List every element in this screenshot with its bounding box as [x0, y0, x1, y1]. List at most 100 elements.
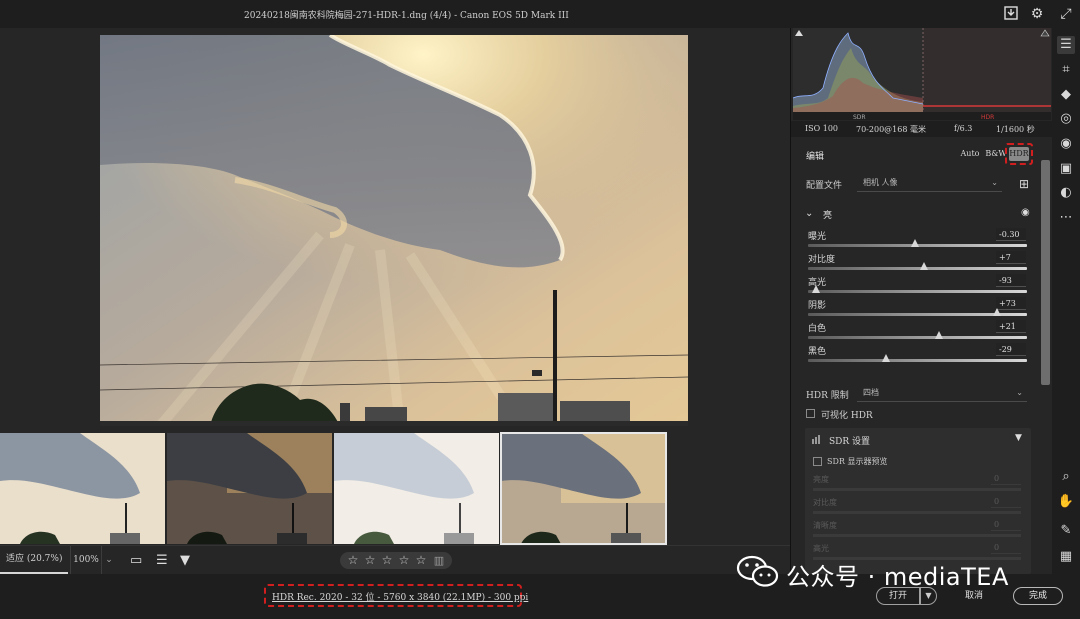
expand-arrows-icon[interactable]: ⤢ — [1057, 5, 1075, 23]
triangle-down-icon[interactable]: ▼ — [1015, 433, 1022, 443]
filter-icon[interactable]: ▼ — [180, 553, 196, 569]
slider-track[interactable] — [808, 354, 1027, 362]
trash-icon[interactable]: ▥ — [432, 553, 446, 568]
shutter-value: 1/1600 秒 — [996, 125, 1035, 134]
slider-label: 阴影 — [808, 301, 827, 311]
eyedropper-icon[interactable]: ✎ — [1057, 522, 1075, 540]
sdr-settings-title[interactable]: SDR 设置 — [829, 434, 870, 447]
star-icon[interactable]: ☆ — [397, 553, 411, 568]
slider-thumb[interactable] — [881, 354, 890, 362]
snapshots-icon[interactable]: ◐ — [1057, 184, 1075, 202]
hdr-limit-dropdown[interactable]: 四档 ⌄ — [857, 386, 1027, 402]
visualize-hdr-label: 可视化 HDR — [821, 411, 873, 421]
tool-strip: ☰ ⌗ ◆ ◎ ◉ ▣ ◐ ⋯ ⌕ ✋ ✎ ▦ — [1052, 28, 1080, 574]
visualize-hdr-checkbox[interactable] — [806, 409, 815, 418]
hdr-limit-value: 四档 — [863, 388, 879, 397]
file-info-link[interactable]: HDR Rec. 2020 - 32 位 - 5760 x 3840 (22.1… — [264, 584, 528, 607]
svg-text:HDR: HDR — [981, 114, 994, 120]
title-bar: 20240218闽南农科院梅园-271-HDR-1.dng (4/4) - Ca… — [0, 0, 1080, 28]
slider-value-input[interactable]: -93 — [996, 274, 1026, 287]
chevron-down-icon[interactable]: ⌄ — [102, 546, 116, 574]
filmstrip — [0, 430, 790, 545]
sdr-preview-label: SDR 显示器预览 — [827, 457, 888, 466]
slider-track[interactable] — [808, 308, 1027, 316]
profile-dropdown[interactable]: 相机 人像 ⌄ — [857, 176, 1002, 192]
slider-track[interactable] — [808, 285, 1027, 293]
histogram: SDR HDR — [793, 28, 1051, 120]
slider-value-input[interactable]: -29 — [996, 343, 1026, 356]
star-icon[interactable]: ☆ — [380, 553, 394, 568]
sdr-slider-track — [813, 534, 1021, 537]
svg-text:SDR: SDR — [853, 114, 866, 120]
aperture-value: f/6.3 — [954, 124, 973, 133]
slider-value-input[interactable]: +7 — [996, 251, 1026, 264]
sdr-preview-checkbox[interactable] — [813, 457, 822, 466]
slider-value-input[interactable]: -0.30 — [996, 228, 1026, 241]
sdr-slider-value: 0 — [991, 496, 1021, 508]
sdr-slider-label: 对比度 — [813, 498, 837, 507]
bottom-toolbar: 适应 (20.7%) 100% ⌄ ▭ ☰ ▼ ☆ ☆ ☆ ☆ ☆ ▥ — [0, 545, 790, 574]
sdr-slider-label: 清晰度 — [813, 521, 837, 530]
filmstrip-thumbnail[interactable] — [334, 433, 499, 544]
gear-icon[interactable]: ⚙ — [1028, 5, 1046, 23]
panel-scrollbar[interactable] — [1041, 160, 1050, 385]
iso-value: ISO 100 — [805, 124, 839, 133]
more-icon[interactable]: ⋯ — [1057, 209, 1075, 227]
filmstrip-icon[interactable]: ▭ — [130, 553, 146, 569]
eraser-icon[interactable]: ◆ — [1057, 86, 1075, 104]
chevron-down-icon: ⌄ — [1016, 388, 1023, 397]
eye-icon[interactable]: ◉ — [1021, 207, 1030, 218]
star-icon[interactable]: ☆ — [363, 553, 377, 568]
filmstrip-thumbnail[interactable] — [167, 433, 332, 544]
masking-icon[interactable]: ◎ — [1057, 110, 1075, 128]
edit-title: 编辑 — [806, 152, 825, 162]
slider-thumb[interactable] — [935, 331, 944, 339]
sdr-slider-track — [813, 511, 1021, 514]
hand-icon[interactable]: ✋ — [1057, 493, 1075, 511]
bw-button[interactable]: B&W — [985, 146, 1007, 162]
grid-browse-icon[interactable]: ⊞ — [1015, 175, 1033, 193]
slider-thumb[interactable] — [920, 262, 929, 270]
slider-thumb[interactable] — [811, 285, 820, 293]
redeye-icon[interactable]: ◉ — [1057, 135, 1075, 153]
slider-label: 曝光 — [808, 232, 827, 242]
sdr-slider-track — [813, 488, 1021, 491]
download-icon[interactable] — [1002, 5, 1020, 23]
zoom-icon[interactable]: ⌕ — [1057, 468, 1075, 486]
chevron-down-icon: ⌄ — [991, 178, 998, 187]
watermark-text: 公众号 · mediaTEA — [786, 563, 1009, 591]
slider-track[interactable] — [808, 262, 1027, 270]
slider-thumb[interactable] — [993, 308, 1002, 316]
light-section-title[interactable]: 亮 — [823, 208, 832, 221]
zoom-100-button[interactable]: 100% — [70, 546, 102, 574]
profile-value: 相机 人像 — [863, 178, 898, 187]
zoom-fit-button[interactable]: 适应 (20.7%) — [0, 546, 68, 574]
profile-label: 配置文件 — [806, 181, 843, 191]
watermark: 公众号 · mediaTEA — [734, 550, 1054, 594]
crop-icon[interactable]: ⌗ — [1057, 61, 1075, 79]
hdr-limit-label: HDR 限制 — [806, 391, 849, 401]
presets-icon[interactable]: ▣ — [1057, 160, 1075, 178]
sort-icon[interactable]: ☰ — [156, 553, 172, 569]
sdr-slider-label: 亮度 — [813, 475, 829, 484]
grid-icon[interactable]: ▦ — [1057, 548, 1075, 566]
star-rating: ☆ ☆ ☆ ☆ ☆ ▥ — [340, 552, 452, 569]
hdr-button-label: HDR — [1009, 147, 1029, 161]
lens-value: 70-200@168 毫米 — [856, 125, 926, 134]
hdr-sunset-photo[interactable] — [100, 35, 688, 426]
slider-label: 黑色 — [808, 347, 827, 357]
edit-sliders-icon[interactable]: ☰ — [1057, 36, 1075, 54]
auto-button[interactable]: Auto — [958, 146, 982, 162]
filmstrip-thumbnail-selected[interactable] — [500, 432, 667, 545]
chevron-down-icon[interactable]: ⌄ — [805, 208, 813, 219]
camera-metadata: ISO 100 70-200@168 毫米 f/6.3 1/1600 秒 — [791, 121, 1053, 137]
filmstrip-thumbnail[interactable] — [0, 433, 165, 544]
slider-value-input[interactable]: +21 — [996, 320, 1026, 333]
wechat-icon — [736, 554, 780, 590]
star-icon[interactable]: ☆ — [346, 553, 360, 568]
slider-thumb[interactable] — [911, 239, 920, 247]
star-icon[interactable]: ☆ — [414, 553, 428, 568]
hdr-button[interactable]: HDR — [1005, 143, 1033, 165]
slider-track[interactable] — [808, 239, 1027, 247]
slider-track[interactable] — [808, 331, 1027, 339]
